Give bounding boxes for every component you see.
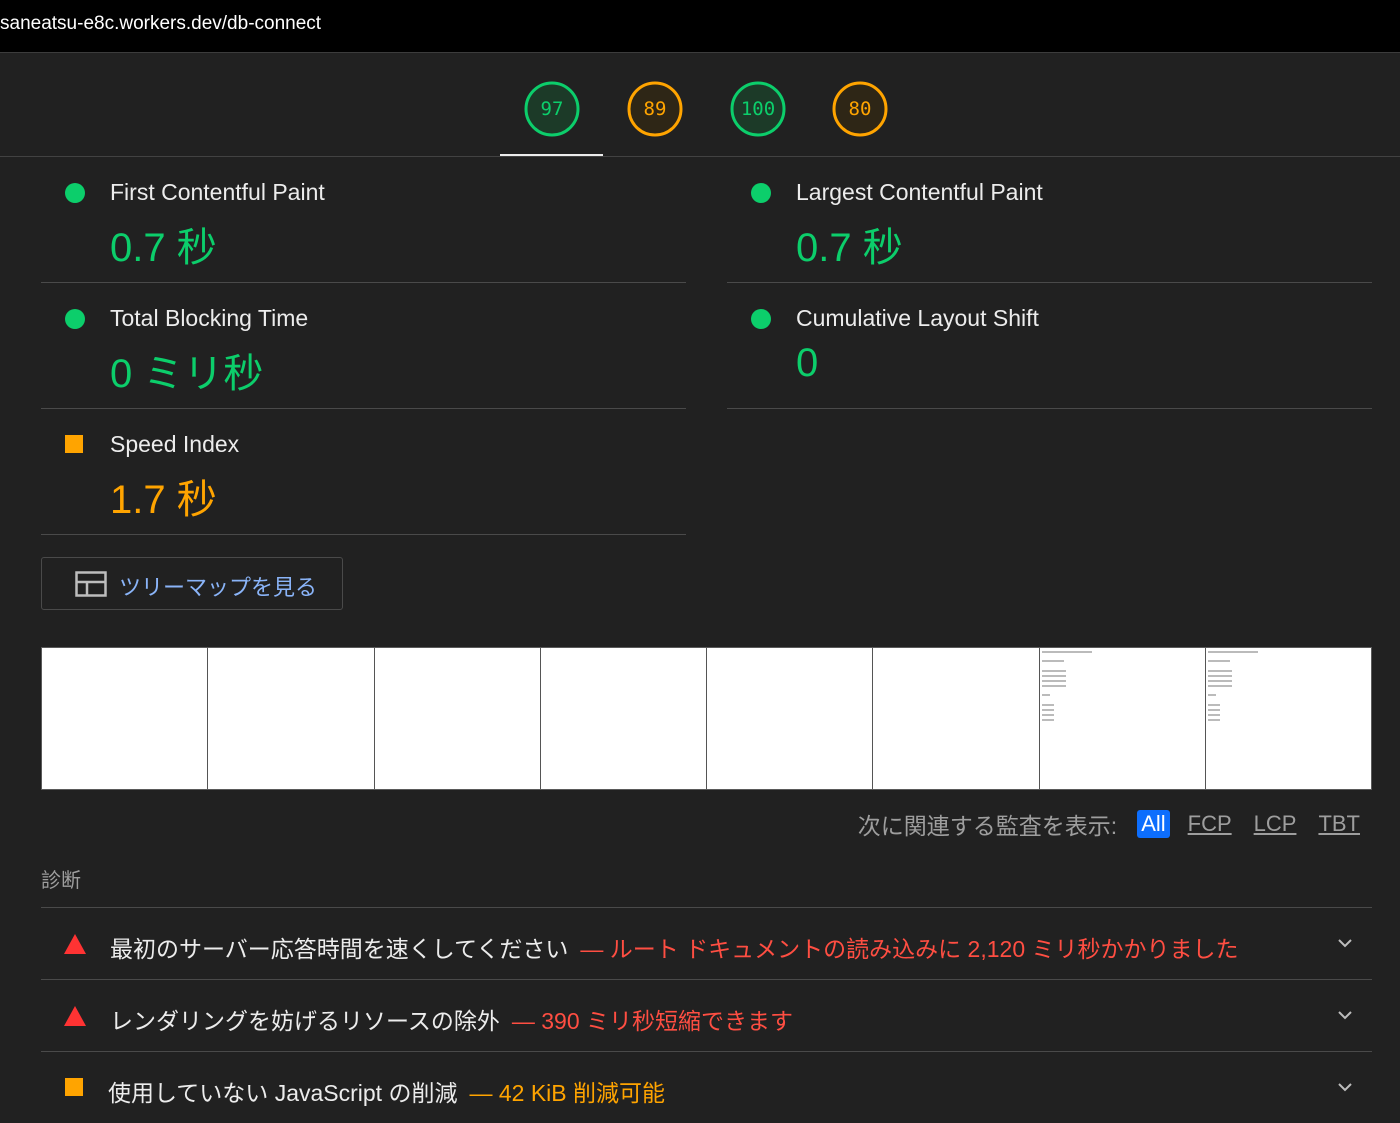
average-square-icon bbox=[65, 435, 83, 453]
metric-fcp: First Contentful Paint 0.7 秒 bbox=[41, 157, 686, 283]
metric-value: 1.7 秒 bbox=[110, 478, 217, 522]
fail-triangle-icon bbox=[64, 934, 86, 954]
gauge-best-practices[interactable]: 100 bbox=[730, 81, 786, 137]
metric-title: Largest Contentful Paint bbox=[796, 179, 1043, 205]
pass-dot-icon bbox=[751, 183, 771, 203]
gauge-seo[interactable]: 80 bbox=[832, 81, 888, 137]
audit-detail: — ルート ドキュメントの読み込みに 2,120 ミリ秒かかりました bbox=[580, 936, 1239, 962]
average-square-icon bbox=[65, 1078, 83, 1096]
metric-value: 0.7 秒 bbox=[110, 226, 217, 270]
active-tab-indicator bbox=[500, 154, 603, 156]
pass-dot-icon bbox=[65, 183, 85, 203]
metric-lcp: Largest Contentful Paint 0.7 秒 bbox=[727, 157, 1372, 283]
filmstrip-frame bbox=[1205, 648, 1371, 789]
metric-value: 0 bbox=[796, 341, 819, 385]
filmstrip-frame bbox=[873, 648, 1040, 789]
gauge-score: 80 bbox=[848, 98, 872, 120]
filmstrip bbox=[41, 647, 1372, 790]
audit-unused-javascript[interactable]: 使用していない JavaScript の削減 — 42 KiB 削減可能 bbox=[41, 1051, 1372, 1123]
filter-chip-all[interactable]: All bbox=[1137, 810, 1170, 838]
audit-detail: — 390 ミリ秒短縮できます bbox=[511, 1008, 794, 1034]
audit-title: レンダリングを妨げるリソースの除外 bbox=[110, 1008, 500, 1034]
diagnostics-heading: 診断 bbox=[41, 870, 81, 892]
metric-title: Speed Index bbox=[110, 431, 240, 457]
view-treemap-label: ツリーマップを見る bbox=[119, 575, 318, 600]
url-bar[interactable]: saneatsu-e8c.workers.dev/db-connect bbox=[0, 0, 1400, 53]
metric-speed-index: Speed Index 1.7 秒 bbox=[41, 409, 686, 535]
url-text: saneatsu-e8c.workers.dev/db-connect bbox=[0, 13, 322, 34]
metric-title: Cumulative Layout Shift bbox=[796, 305, 1039, 331]
pass-dot-icon bbox=[65, 309, 85, 329]
gauge-score: 97 bbox=[540, 98, 564, 120]
gauge-accessibility[interactable]: 89 bbox=[627, 81, 683, 137]
metric-title: Total Blocking Time bbox=[110, 305, 309, 331]
chevron-down-icon[interactable] bbox=[1334, 1076, 1356, 1098]
view-treemap-button[interactable]: ツリーマップを見る bbox=[41, 557, 343, 610]
treemap-icon bbox=[75, 571, 107, 597]
filter-label: 次に関連する監査を表示: bbox=[857, 813, 1118, 839]
metric-tbt: Total Blocking Time 0 ミリ秒 bbox=[41, 283, 686, 409]
filter-chip-tbt[interactable]: TBT bbox=[1314, 810, 1364, 838]
score-gauges: 97 89 100 80 bbox=[0, 53, 1400, 157]
audit-detail: — 42 KiB 削減可能 bbox=[469, 1080, 666, 1106]
chevron-down-icon[interactable] bbox=[1334, 1004, 1356, 1026]
filmstrip-frame bbox=[540, 648, 707, 789]
audit-title: 使用していない JavaScript の削減 bbox=[108, 1080, 458, 1106]
audit-filter: 次に関連する監査を表示: All FCP LCP TBT bbox=[858, 808, 1364, 840]
audit-server-response-time[interactable]: 最初のサーバー応答時間を速くしてください — ルート ドキュメントの読み込みに 2… bbox=[41, 907, 1372, 979]
filmstrip-frame bbox=[1039, 648, 1206, 789]
filmstrip-frame bbox=[42, 648, 209, 789]
metric-cls: Cumulative Layout Shift 0 bbox=[727, 283, 1372, 409]
audit-title: 最初のサーバー応答時間を速くしてください bbox=[110, 936, 569, 962]
gauge-score: 100 bbox=[740, 98, 776, 120]
metric-value: 0.7 秒 bbox=[796, 226, 903, 270]
gauge-performance[interactable]: 97 bbox=[524, 81, 580, 137]
audit-render-blocking-resources[interactable]: レンダリングを妨げるリソースの除外 — 390 ミリ秒短縮できます bbox=[41, 979, 1372, 1051]
metric-title: First Contentful Paint bbox=[110, 179, 325, 205]
pass-dot-icon bbox=[751, 309, 771, 329]
gauge-score: 89 bbox=[643, 98, 667, 120]
filmstrip-frame bbox=[707, 648, 874, 789]
metric-value: 0 ミリ秒 bbox=[110, 352, 264, 396]
chevron-down-icon[interactable] bbox=[1334, 932, 1356, 954]
filmstrip-frame bbox=[208, 648, 375, 789]
fail-triangle-icon bbox=[64, 1006, 86, 1026]
filmstrip-frame bbox=[374, 648, 541, 789]
filter-chip-fcp[interactable]: FCP bbox=[1184, 810, 1236, 838]
filter-chip-lcp[interactable]: LCP bbox=[1250, 810, 1301, 838]
